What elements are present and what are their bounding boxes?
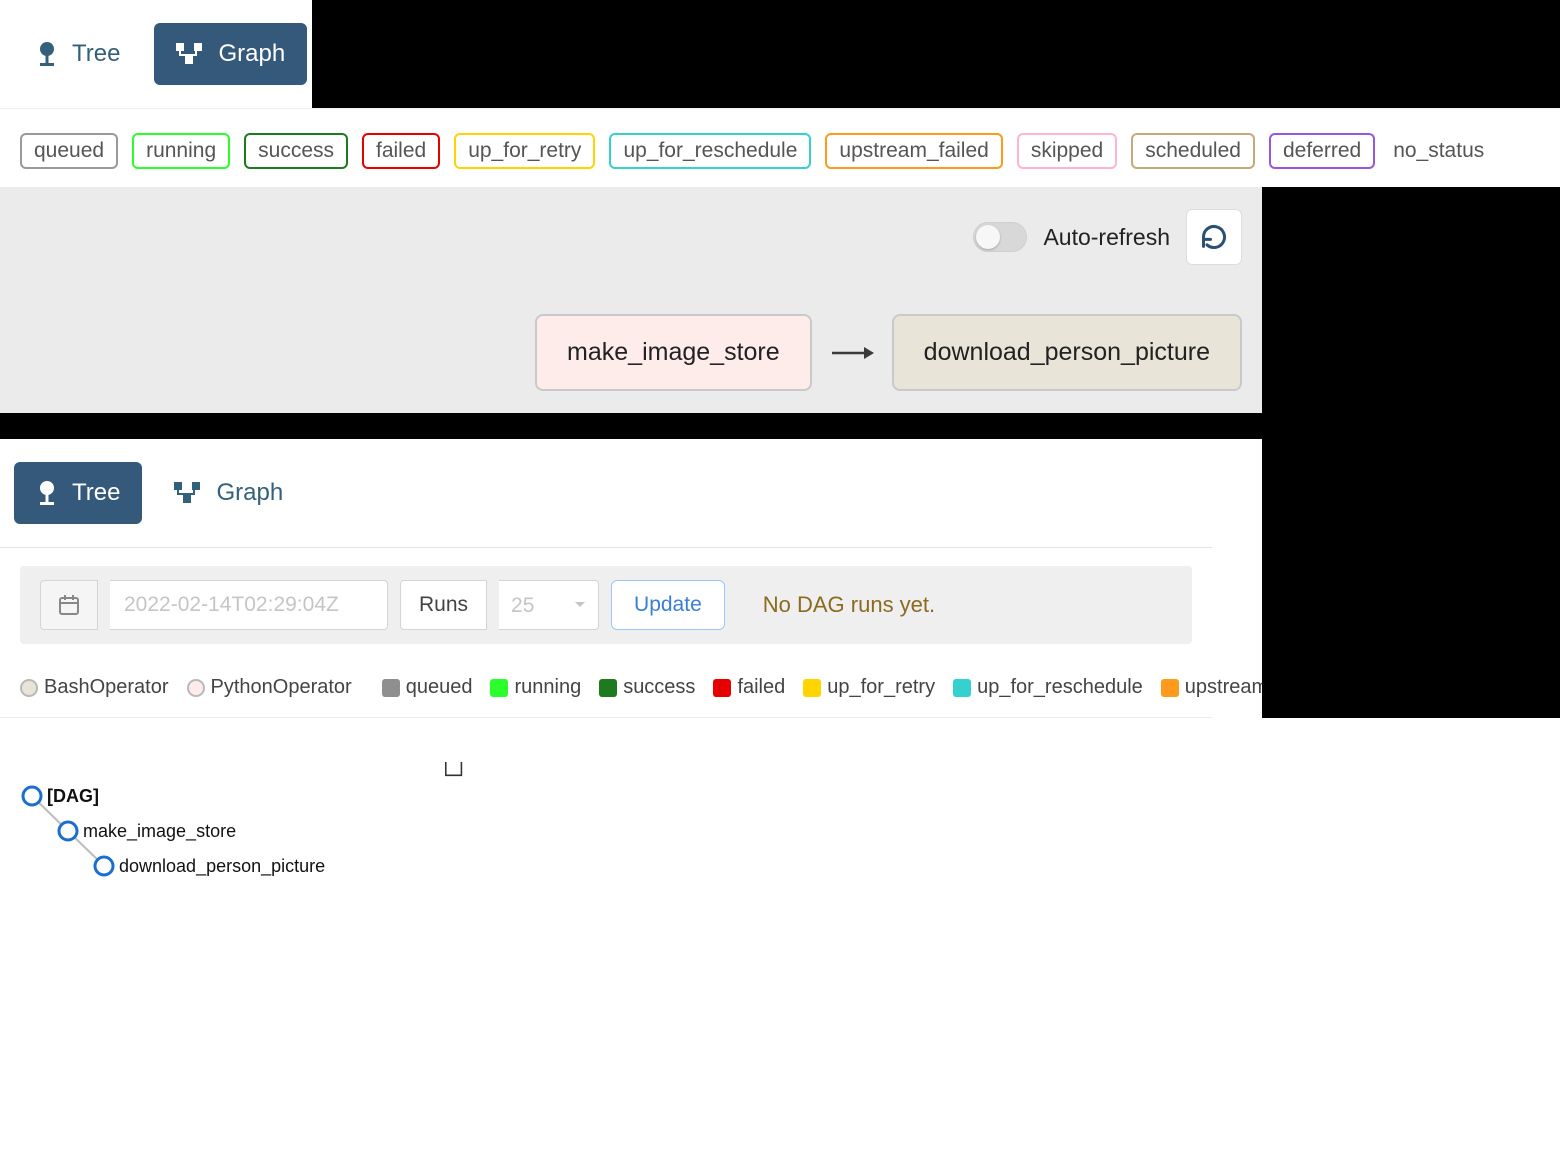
legend-python-operator[interactable]: PythonOperator (187, 676, 352, 699)
task-node-make-image-store[interactable]: make_image_store (535, 314, 812, 391)
status-scheduled[interactable]: scheduled (1131, 133, 1255, 169)
status-queued[interactable]: queued (20, 133, 118, 169)
tab-tree[interactable]: Tree (14, 23, 142, 85)
status-deferred[interactable]: deferred (1269, 133, 1375, 169)
legend-retry[interactable]: up_for_retry (803, 676, 935, 699)
view-tabs-top: Tree Graph (0, 0, 312, 108)
black-bg (0, 413, 1262, 439)
auto-refresh-label: Auto-refresh (1043, 224, 1170, 251)
tree-node-download-person-picture[interactable] (95, 857, 113, 875)
tab-graph-label: Graph (218, 40, 285, 68)
update-button[interactable]: Update (611, 580, 725, 630)
calendar-icon (57, 593, 81, 617)
arrow-icon (830, 343, 874, 363)
view-tabs-bottom: Tree Graph (0, 439, 312, 547)
calendar-button[interactable] (40, 580, 98, 630)
legend-queued[interactable]: queued (382, 676, 473, 699)
tab-tree-label: Tree (72, 40, 120, 68)
graph-icon (174, 482, 202, 504)
tab-tree-label: Tree (72, 479, 120, 507)
tab-tree[interactable]: Tree (14, 462, 142, 524)
tab-graph[interactable]: Graph (152, 462, 305, 524)
run-filter-panel: Runs 25 Update No DAG runs yet. (0, 547, 1212, 644)
status-failed[interactable]: failed (362, 133, 440, 169)
refresh-button[interactable] (1186, 209, 1242, 265)
circle-icon (187, 679, 205, 697)
tree-legend: BashOperator PythonOperator queued runni… (0, 644, 1212, 718)
tab-graph[interactable]: Graph (154, 23, 307, 85)
legend-upfail[interactable]: upstream_failed (1161, 676, 1327, 699)
runs-label: Runs (400, 580, 487, 630)
status-legend: queued running success failed up_for_ret… (0, 108, 1560, 187)
status-no-status[interactable]: no_status (1389, 139, 1488, 163)
status-running[interactable]: running (132, 133, 230, 169)
circle-icon (20, 679, 38, 697)
status-success[interactable]: success (244, 133, 348, 169)
legend-bash-operator[interactable]: BashOperator (20, 676, 169, 699)
graph-panel: Auto-refresh make_image_store download_p… (0, 187, 1262, 413)
tree-view: └┘ [DAG] make_image_store download_perso… (0, 718, 1560, 978)
status-upstream-failed[interactable]: upstream_failed (825, 133, 1002, 169)
no-dag-runs-message: No DAG runs yet. (763, 592, 935, 618)
graph-dag: make_image_store download_person_picture (535, 314, 1242, 391)
tree-node-root-label: [DAG] (47, 786, 99, 806)
tree-node-make-image-store[interactable] (59, 822, 77, 840)
tree-node-2-label: download_person_picture (119, 856, 325, 877)
black-bg (312, 0, 1560, 108)
status-skipped[interactable]: skipped (1017, 133, 1117, 169)
tab-graph-label: Graph (216, 479, 283, 507)
base-date-input[interactable] (110, 580, 388, 630)
refresh-icon (1200, 223, 1228, 251)
task-node-download-person-picture[interactable]: download_person_picture (892, 314, 1242, 391)
tree-node-1-label: make_image_store (83, 821, 236, 842)
status-up-for-retry[interactable]: up_for_retry (454, 133, 595, 169)
legend-running[interactable]: running (490, 676, 581, 699)
auto-refresh-toggle[interactable] (973, 222, 1027, 252)
tree-node-root[interactable] (23, 787, 41, 805)
runs-select[interactable]: 25 (499, 580, 599, 630)
status-up-for-reschedule[interactable]: up_for_reschedule (609, 133, 811, 169)
legend-failed[interactable]: failed (713, 676, 785, 699)
legend-success[interactable]: success (599, 676, 695, 699)
bracket-icon: └┘ (438, 762, 469, 788)
legend-resched[interactable]: up_for_reschedule (953, 676, 1143, 699)
tree-icon (36, 41, 58, 67)
graph-icon (176, 43, 204, 65)
tree-icon (36, 480, 58, 506)
